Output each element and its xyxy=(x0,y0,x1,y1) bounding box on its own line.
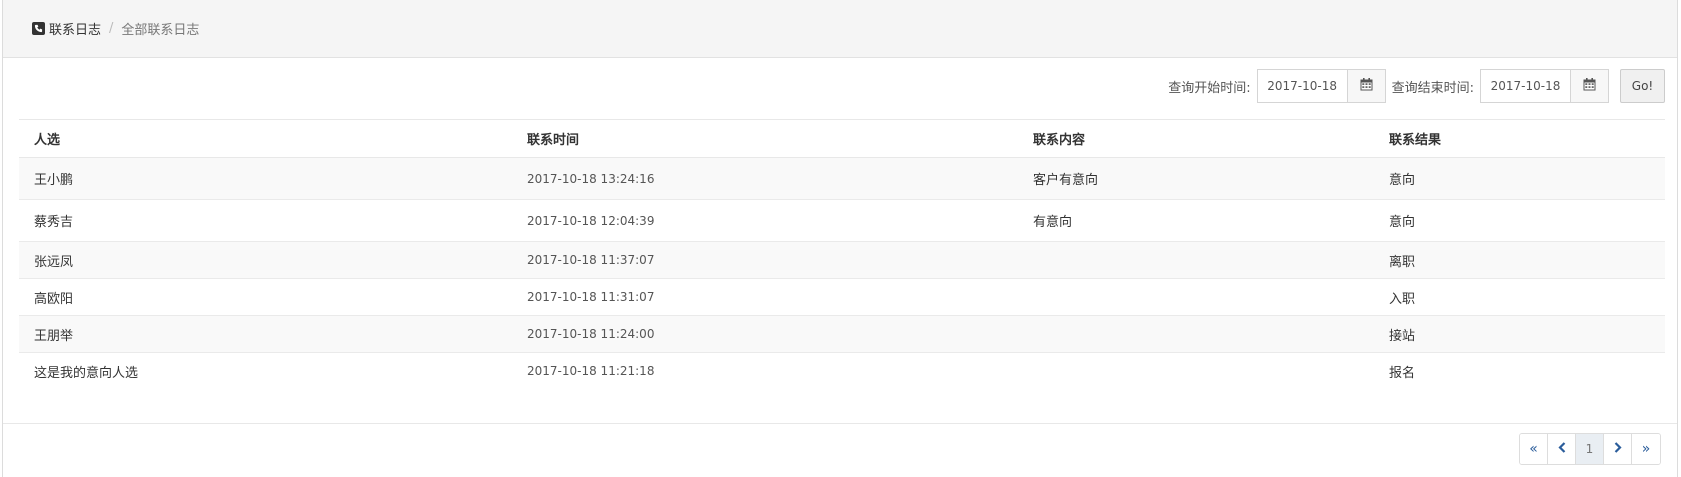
start-date-input[interactable] xyxy=(1256,69,1347,103)
cell-contact-time: 2017-10-18 11:21:18 xyxy=(527,364,655,378)
start-date-group xyxy=(1256,69,1386,103)
double-chevron-left-icon: « xyxy=(1529,441,1538,457)
date-filter-toolbar: 查询开始时间: 2017-10-18 查询结束时间: 2017-10-18 Go… xyxy=(1162,69,1665,103)
cell-candidate: 这是我的意向人选 xyxy=(34,365,139,381)
last-page-button[interactable]: » xyxy=(1632,434,1660,464)
double-chevron-right-icon: » xyxy=(1641,441,1651,457)
cell-contact-content xyxy=(1018,353,1374,390)
cell-contact-content: 有意向 xyxy=(1018,199,1374,242)
cell-candidate: 蔡秀吉 xyxy=(19,199,512,242)
column-header-contact-result[interactable]: 联系结果 xyxy=(1374,120,1665,158)
cell-contact-result: 接站 xyxy=(1374,315,1665,353)
cell-contact-result: 入职 xyxy=(1374,278,1665,316)
cell-contact-time: 2017-10-18 11:37:07 xyxy=(512,241,1018,279)
table-row[interactable]: 张远凤 2017-10-18 11:37:07 离职 xyxy=(19,241,1665,279)
breadcrumb-separator: / xyxy=(109,21,114,36)
pagination: « 1 » xyxy=(1519,433,1661,465)
table-header-row: 人选 联系时间 联系内容 联系结果 xyxy=(19,120,1665,158)
end-date-label: 查询结束时间: xyxy=(1391,80,1474,96)
column-header-candidate[interactable]: 人选 xyxy=(19,120,512,158)
calendar-icon xyxy=(1360,77,1373,95)
cell-candidate: 高欧阳 xyxy=(19,278,512,316)
start-date-label: 查询开始时间: xyxy=(1168,80,1251,96)
chevron-left-icon xyxy=(1557,441,1566,457)
end-calendar-button[interactable] xyxy=(1570,69,1609,103)
calendar-icon xyxy=(1583,77,1596,95)
phone-square-icon xyxy=(32,22,45,35)
cell-contact-content xyxy=(1018,241,1374,279)
start-calendar-button[interactable] xyxy=(1346,69,1386,103)
cell-candidate: 张远凤 xyxy=(19,241,512,279)
breadcrumb: 联系日志 / 全部联系日志 xyxy=(3,0,1677,58)
cell-contact-result: 报名 xyxy=(1389,365,1416,381)
next-page-button[interactable] xyxy=(1604,434,1632,464)
column-header-contact-content[interactable]: 联系内容 xyxy=(1018,120,1374,158)
cell-contact-content xyxy=(1018,315,1374,353)
cell-contact-content xyxy=(1018,278,1374,316)
cell-contact-result: 意向 xyxy=(1374,199,1665,242)
column-header-contact-time[interactable]: 联系时间 xyxy=(512,120,1018,158)
chevron-right-icon xyxy=(1614,441,1622,457)
breadcrumb-current: 全部联系日志 xyxy=(121,23,200,38)
cell-candidate: 王朋举 xyxy=(19,315,512,353)
page-frame: 联系日志 / 全部联系日志 查询开始时间: 2017-10-18 查询结束时间:… xyxy=(2,0,1678,477)
cell-contact-time: 2017-10-18 11:31:07 xyxy=(512,278,1018,316)
table-row[interactable]: 蔡秀吉 2017-10-18 12:04:39 有意向 意向 xyxy=(19,199,1665,242)
cell-contact-time: 2017-10-18 12:04:39 xyxy=(512,199,1018,242)
cell-contact-time: 2017-10-18 11:24:00 xyxy=(512,315,1018,353)
table-row[interactable]: 这是我的意向人选 2017-10-18 11:21:18 报名 xyxy=(19,353,1665,390)
cell-contact-content: 客户有意向 xyxy=(1018,157,1374,200)
end-date-input[interactable] xyxy=(1480,69,1570,103)
cell-candidate: 王小鹏 xyxy=(19,157,512,200)
breadcrumb-home-link[interactable]: 联系日志 xyxy=(49,19,101,38)
footer-divider xyxy=(3,423,1677,424)
table-row[interactable]: 高欧阳 2017-10-18 11:31:07 入职 xyxy=(19,278,1665,316)
contact-log-table: 人选 联系时间 联系内容 联系结果 王小鹏 2017-10-18 13:24:1… xyxy=(19,119,1665,389)
cell-contact-result: 意向 xyxy=(1374,157,1665,200)
first-page-button[interactable]: « xyxy=(1520,434,1548,464)
go-button[interactable]: Go! xyxy=(1620,69,1665,103)
table-row[interactable]: 王朋举 2017-10-18 11:24:00 接站 xyxy=(19,315,1665,353)
prev-page-button[interactable] xyxy=(1548,434,1576,464)
cell-contact-result: 离职 xyxy=(1374,241,1665,279)
table-row[interactable]: 王小鹏 2017-10-18 13:24:16 客户有意向 意向 xyxy=(19,157,1665,200)
page-1-button[interactable]: 1 xyxy=(1576,434,1604,464)
cell-contact-time: 2017-10-18 13:24:16 xyxy=(512,157,1018,200)
end-date-group xyxy=(1480,69,1609,103)
